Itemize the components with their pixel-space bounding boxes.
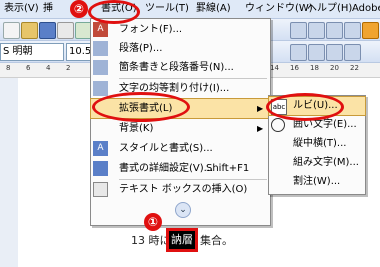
submenu-arrow-icon: ▶	[257, 124, 264, 133]
ruler-tick: 4	[46, 64, 51, 72]
menu-window[interactable]: ウィンドウ(W)	[245, 0, 313, 18]
shortcut-label: Shift+F1	[206, 163, 250, 174]
align-center-icon[interactable]	[308, 22, 325, 39]
font-name-select[interactable]: S 明朝	[0, 43, 64, 61]
menu-item-paragraph[interactable]: 段落(P)...	[91, 39, 270, 58]
menu-item-styles[interactable]: A スタイルと書式(S)...	[91, 139, 270, 158]
align-icon[interactable]	[290, 22, 307, 39]
menu-view[interactable]: 表示(V)	[4, 0, 39, 18]
font-size-select[interactable]: 10.5	[66, 43, 92, 61]
ruler-tick: 14	[270, 64, 279, 72]
menu-tools[interactable]: ツール(T)	[145, 0, 189, 18]
expand-menu-icon[interactable]: ⌄	[175, 202, 191, 218]
submenu-arrow-icon: ▶	[257, 104, 264, 113]
ruler-tick: 22	[350, 64, 359, 72]
ruler-tick: 18	[310, 64, 319, 72]
menu-table[interactable]: 罫線(A)	[196, 0, 231, 18]
document-margin	[0, 78, 18, 267]
submenu-item-tate-chu-yoko[interactable]: 縦中横(T)...	[269, 135, 365, 153]
border-icon[interactable]	[344, 44, 361, 61]
justify-icon[interactable]	[344, 22, 361, 39]
menu-insert[interactable]: 挿	[43, 0, 53, 18]
menu-item-insert-textbox[interactable]: テキスト ボックスの挿入(O)	[91, 180, 270, 199]
menu-item-reveal-formatting[interactable]: 書式の詳細設定(V)... Shift+F1	[91, 159, 270, 178]
submenu-item-warichu[interactable]: 割注(W)...	[269, 173, 365, 191]
menu-help[interactable]: ヘルプ(H)	[307, 0, 352, 18]
step-2-badge: ②	[70, 0, 88, 18]
pdf-icon[interactable]	[362, 22, 379, 39]
ruler-tick: 20	[330, 64, 339, 72]
ruler-tick: 8	[6, 64, 11, 72]
annotation-circle-extended-format	[92, 92, 190, 122]
annotation-circle-format-menu	[88, 0, 140, 24]
annotation-circle-ruby	[266, 93, 344, 121]
ruler-tick: 16	[290, 64, 299, 72]
step-1-badge: ①	[144, 213, 162, 231]
menu-item-bullets[interactable]: 箇条書きと段落番号(N)...	[91, 58, 270, 77]
ruler-tick: 2	[66, 64, 71, 72]
enclose-char-icon	[271, 118, 285, 132]
selected-text[interactable]: 訥層	[166, 228, 198, 252]
print-icon[interactable]	[57, 22, 74, 39]
format-menu: A フォント(F)... 段落(P)... 箇条書きと段落番号(N)... 文字…	[90, 18, 271, 226]
menu-bar: 表示(V) 挿 書式(O) ツール(T) 罫線(A) ウィンドウ(W) ヘルプ(…	[0, 0, 380, 19]
indent-icon[interactable]	[326, 44, 343, 61]
ruler-tick: 6	[26, 64, 31, 72]
document-text-prefix: 13 時に	[131, 234, 171, 247]
open-folder-icon[interactable]	[21, 22, 38, 39]
numbering-icon[interactable]	[290, 44, 307, 61]
menu-item-background[interactable]: 背景(K) ▶	[91, 119, 270, 138]
align-right-icon[interactable]	[326, 22, 343, 39]
save-icon[interactable]	[39, 22, 56, 39]
menu-adobe[interactable]: Adobe	[352, 0, 380, 18]
bullets-icon[interactable]	[308, 44, 325, 61]
submenu-item-combine[interactable]: 組み文字(M)...	[269, 154, 365, 172]
document-text-suffix: 集合。	[200, 234, 233, 247]
new-doc-icon[interactable]	[3, 22, 20, 39]
